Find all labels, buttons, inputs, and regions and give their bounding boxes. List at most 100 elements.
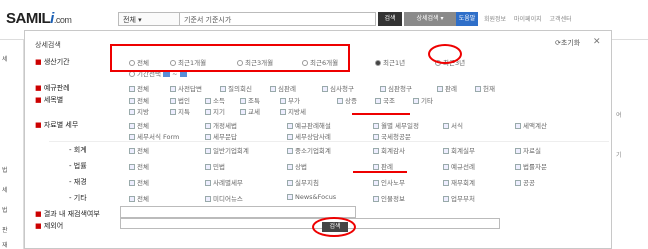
group-label-accounting: - 회계 [69, 146, 87, 154]
material-option[interactable]: 재무회계 [443, 177, 475, 187]
material-option[interactable]: 인사노무 [373, 177, 405, 187]
top-link-support[interactable]: 고객센터 [550, 16, 572, 23]
material-option[interactable]: 상법 [287, 161, 307, 171]
material-option[interactable]: 전체 [129, 161, 149, 171]
tax-option[interactable]: 조특 [240, 95, 260, 105]
material-option[interactable]: 회계감사 [373, 145, 405, 155]
checkbox-icon [475, 86, 481, 92]
sidebar-tab[interactable]: 재 [2, 240, 22, 249]
checkbox-icon [270, 86, 276, 92]
group-label-finance: - 재경 [69, 178, 87, 186]
material-option[interactable]: 세무문답 [205, 131, 237, 141]
material-option[interactable]: News&Focus [287, 193, 336, 201]
material-option[interactable]: 세무상담사례 [287, 131, 331, 141]
material-option[interactable]: 회계실무 [443, 145, 475, 155]
tax-option[interactable]: 상증 [337, 95, 357, 105]
sidebar-tab[interactable]: 판 [2, 225, 22, 234]
tax-option[interactable]: 부가 [280, 95, 300, 105]
period-option-selected[interactable]: 최근1년 [375, 57, 405, 67]
tax-option[interactable]: 지방세 [280, 106, 306, 116]
material-option[interactable]: 월별 세무일정 [373, 120, 419, 130]
search-scope-select[interactable]: 전체 ▾ [118, 12, 180, 26]
rule-option[interactable]: 심판례 [270, 83, 296, 93]
close-button[interactable]: ✕ [593, 37, 601, 47]
sidebar-tab[interactable]: 법 [2, 205, 22, 214]
highlight-box [110, 44, 350, 72]
material-option[interactable]: 판례 [373, 161, 393, 171]
rule-option[interactable]: 질의회신 [220, 83, 252, 93]
material-option[interactable]: 사례별세무 [205, 177, 243, 187]
rule-option[interactable]: 헌재 [475, 83, 495, 93]
material-option[interactable]: 예규판례해설 [287, 120, 331, 130]
material-option[interactable]: 국세청공문 [373, 131, 411, 141]
tax-option[interactable]: 기타 [413, 95, 433, 105]
keyword-input[interactable] [120, 218, 500, 229]
material-option[interactable]: 세무서식 Form [129, 131, 179, 141]
exclude-label: ■ 결과 내 재검색여부 [35, 210, 100, 218]
reset-button[interactable]: ⟳초기화 [555, 38, 580, 48]
material-option[interactable]: 전체 [129, 120, 149, 130]
sidebar-tab[interactable]: 법 [2, 165, 22, 174]
material-option[interactable]: 공공 [515, 177, 535, 187]
tax-option[interactable]: 법인 [170, 95, 190, 105]
checkbox-icon [220, 86, 226, 92]
checkbox-icon [437, 86, 443, 92]
material-option[interactable]: 세액계산 [515, 120, 547, 130]
sidebar-tab[interactable]: 세 [2, 185, 22, 194]
rule-option[interactable]: 사전답변 [170, 83, 202, 93]
material-option[interactable]: 업무부처 [443, 193, 475, 203]
keyword-label: ■ 제외어 [35, 222, 64, 230]
divider [49, 141, 609, 142]
material-option[interactable]: 서식 [443, 120, 463, 130]
right-pane: 여 기 [612, 40, 648, 249]
tax-option[interactable]: 국조 [375, 95, 395, 105]
material-option[interactable]: 전체 [129, 177, 149, 187]
material-option[interactable]: 개정세법 [205, 120, 237, 130]
search-input[interactable]: 기준서 기준시가 [180, 12, 376, 26]
rule-option[interactable]: 판례 [437, 83, 457, 93]
material-option[interactable]: 전체 [129, 193, 149, 203]
left-sidebar: 세 법 세 법 판 재 [0, 40, 24, 249]
rule-label: ■ 예규판례 [35, 84, 70, 92]
checkbox-icon [129, 86, 135, 92]
exclude-input[interactable] [120, 206, 356, 218]
material-option[interactable]: 전체 [129, 145, 149, 155]
top-link-mypage[interactable]: 마이페이지 [514, 16, 542, 23]
material-option[interactable]: 미디어뉴스 [205, 193, 243, 203]
right-item: 기 [616, 152, 622, 159]
tax-label: ■ 세목별 [35, 96, 64, 104]
tax-option[interactable]: 지특 [170, 106, 190, 116]
help-button[interactable]: 도움말 [456, 12, 478, 26]
group-label-law: - 법률 [69, 162, 87, 170]
highlight-circle [312, 217, 356, 237]
tax-option[interactable]: 지방 [129, 106, 149, 116]
material-option[interactable]: 일반기업회계 [205, 145, 249, 155]
material-option[interactable]: 예규선례 [443, 161, 475, 171]
checkbox-icon [322, 86, 328, 92]
material-option[interactable]: 민법 [205, 161, 225, 171]
samil-logo[interactable]: SAMILi.com [6, 10, 72, 27]
tax-option[interactable]: 지기 [205, 106, 225, 116]
rule-option[interactable]: 심판청구 [380, 83, 412, 93]
sidebar-tab[interactable]: 세 [2, 54, 22, 63]
top-link-member[interactable]: 회원정보 [484, 16, 506, 23]
material-option[interactable]: 중소기업회계 [287, 145, 331, 155]
bullet-icon: ■ [35, 58, 44, 66]
rule-option[interactable]: 심사청구 [322, 83, 354, 93]
material-option[interactable]: 법률자문 [515, 161, 547, 171]
material-option[interactable]: 실무지침 [287, 177, 319, 187]
material-option[interactable]: 인물정보 [373, 193, 405, 203]
checkbox-icon [170, 86, 176, 92]
material-option[interactable]: 자료실 [515, 145, 541, 155]
search-button[interactable]: 검색 [378, 12, 402, 26]
period-label: ■ 생산기간 [35, 58, 70, 66]
detail-search-button[interactable]: 상세검색 ▾ [404, 12, 456, 26]
tax-option[interactable]: 소득 [205, 95, 225, 105]
rule-option[interactable]: 전체 [129, 83, 149, 93]
top-links: 회원정보 마이페이지 고객센터 [484, 14, 578, 23]
tax-option[interactable]: 교세 [240, 106, 260, 116]
highlight-underline [352, 113, 410, 115]
tax-option[interactable]: 전체 [129, 95, 149, 105]
panel-title: 상세검색 [35, 41, 61, 49]
highlight-circle [428, 44, 462, 64]
